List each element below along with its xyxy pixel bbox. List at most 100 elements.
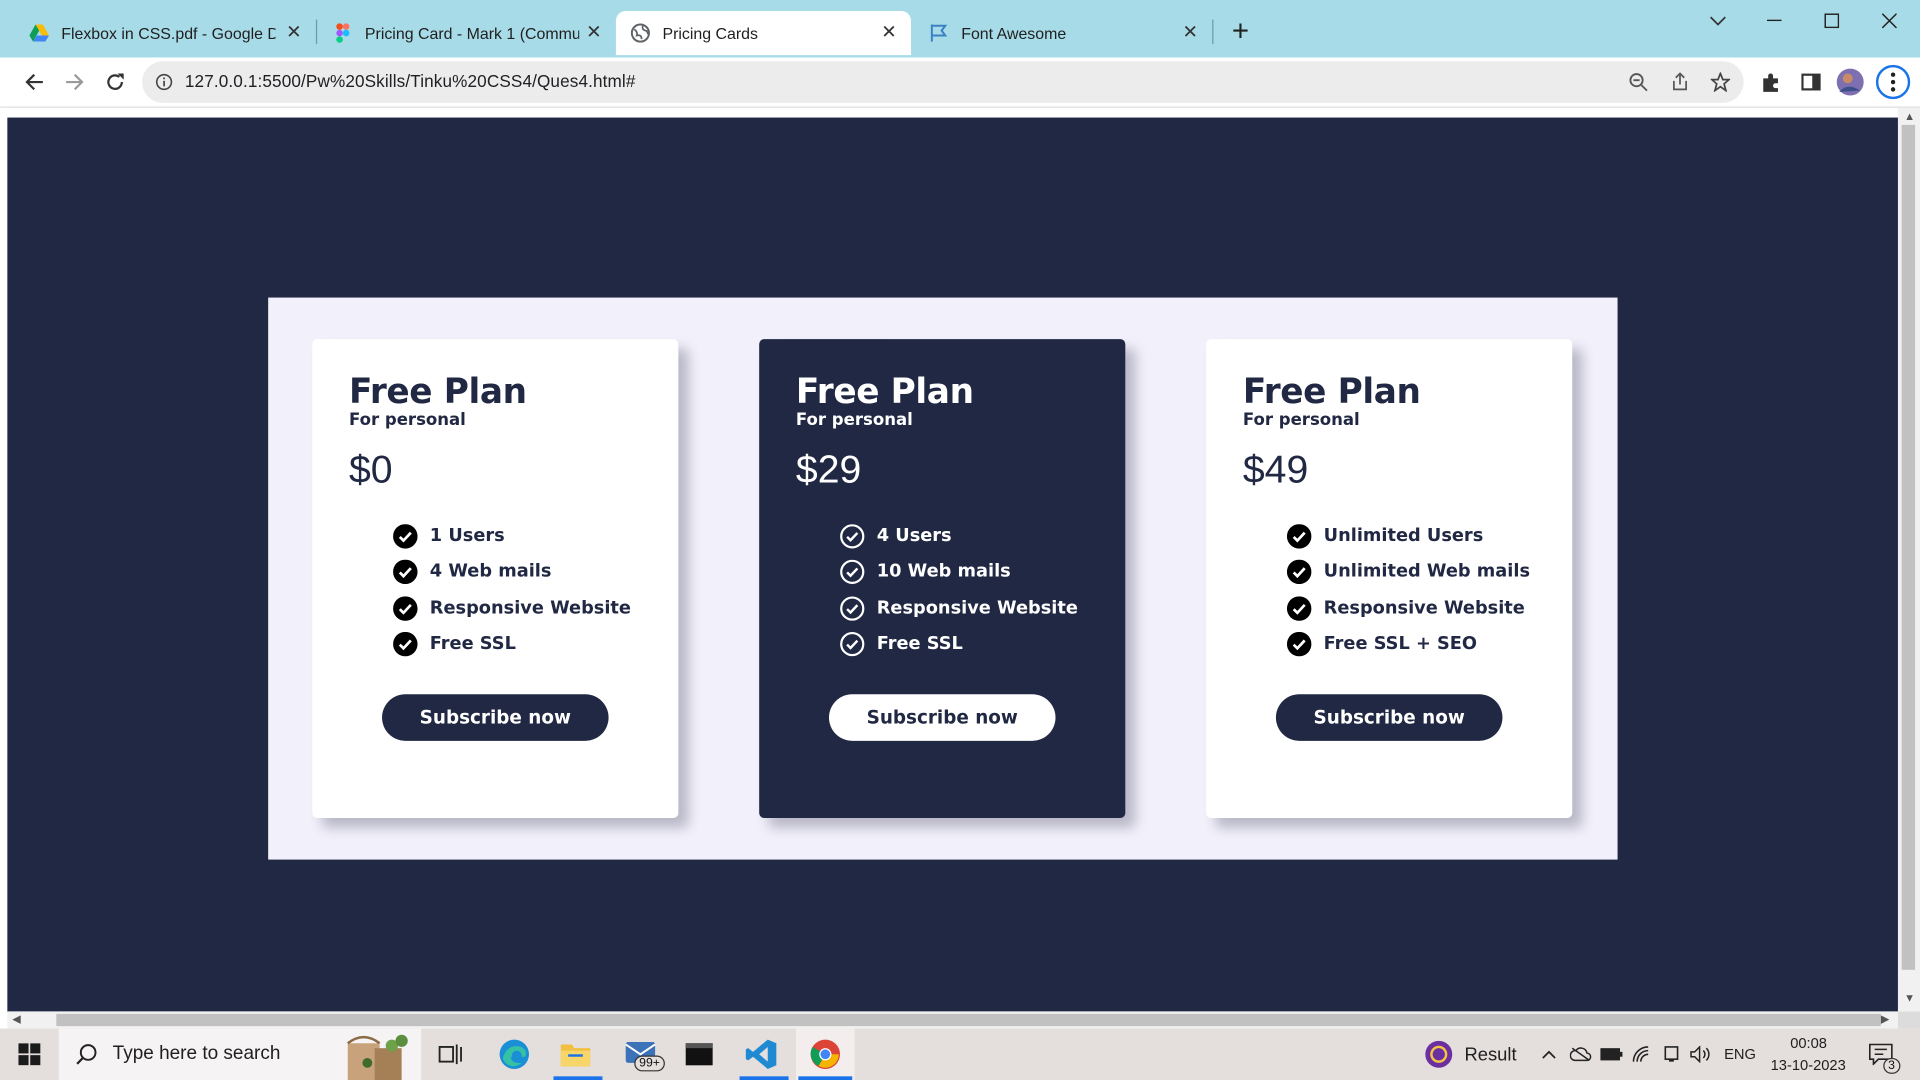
extensions-icon[interactable]	[1756, 67, 1785, 96]
tab-figma[interactable]: Pricing Card - Mark 1 (Community) ✕	[304, 11, 616, 55]
tab-title: Font Awesome	[961, 23, 1067, 43]
tab-font-awesome[interactable]: Font Awesome ✕	[915, 11, 1213, 55]
active-app-indicator	[739, 1076, 789, 1080]
feature-label: 4 Web mails	[429, 562, 552, 582]
feature-list: 4 Users 10 Web mails Responsive Website …	[840, 518, 1078, 662]
scroll-left-arrow-icon[interactable]: ◀	[12, 1013, 20, 1026]
feature-item: Free SSL	[393, 626, 631, 662]
check-circle-icon	[393, 596, 418, 621]
scrollbar-corner	[1897, 1011, 1920, 1029]
chrome-icon[interactable]	[795, 1028, 855, 1080]
feature-item: 10 Web mails	[840, 554, 1078, 590]
url-text[interactable]: 127.0.0.1:5500/Pw%20Skills/Tinku%20CSS4/…	[185, 71, 636, 91]
google-drive-icon	[29, 23, 49, 43]
plan-price: $29	[795, 446, 862, 492]
result-app-icon[interactable]	[1423, 1029, 1455, 1080]
vertical-scrollbar[interactable]: ▲ ▼	[1897, 107, 1920, 1012]
check-circle-icon	[393, 523, 418, 549]
task-view-icon[interactable]	[431, 1029, 470, 1080]
terminal-icon[interactable]	[678, 1029, 720, 1080]
tab-strip: Flexbox in CSS.pdf - Google Drive ✕ Pric…	[0, 0, 1920, 58]
feature-label: Responsive Website	[1323, 598, 1525, 619]
clock-time[interactable]: 00:08	[1790, 1035, 1827, 1052]
mail-icon[interactable]: 99+	[615, 1029, 669, 1080]
check-circle-icon	[393, 559, 418, 585]
edge-icon[interactable]	[492, 1029, 536, 1080]
tab-search-chevron-icon[interactable]	[1690, 7, 1746, 34]
horizontal-scrollbar[interactable]: ◀ ▶	[7, 1011, 1898, 1029]
wifi-icon[interactable]	[1629, 1029, 1656, 1080]
new-tab-button[interactable]: +	[1224, 17, 1256, 49]
tab-pricing-cards[interactable]: Pricing Cards ✕	[615, 11, 912, 56]
maximize-button[interactable]	[1804, 7, 1860, 34]
forward-button[interactable]	[60, 67, 89, 96]
address-bar[interactable]: 127.0.0.1:5500/Pw%20Skills/Tinku%20CSS4/…	[142, 61, 1744, 103]
feature-label: Free SSL	[876, 634, 963, 655]
tab-google-drive[interactable]: Flexbox in CSS.pdf - Google Drive ✕	[0, 11, 316, 55]
subscribe-button[interactable]: Subscribe now	[828, 694, 1056, 741]
tab-title: Pricing Cards	[662, 23, 758, 43]
profile-avatar[interactable]	[1836, 67, 1865, 96]
scroll-up-arrow-icon[interactable]: ▲	[1904, 110, 1915, 122]
notification-icon[interactable]: 3	[1864, 1029, 1900, 1080]
feature-item: Responsive Website	[840, 590, 1078, 626]
scroll-down-arrow-icon[interactable]: ▼	[1904, 992, 1915, 1004]
horizontal-scroll-thumb[interactable]	[56, 1013, 1881, 1027]
vertical-scroll-thumb[interactable]	[1901, 124, 1916, 970]
close-icon[interactable]: ✕	[584, 23, 604, 43]
toolbar-divider	[0, 106, 1920, 108]
side-panel-icon[interactable]	[1796, 67, 1825, 96]
taskbar-search-box[interactable]: Type here to search	[58, 1028, 422, 1080]
pricing-card-premium: Free Plan For personal $49 Unlimited Use…	[1206, 339, 1573, 818]
plan-subtitle: For personal	[348, 410, 466, 430]
feature-item: Unlimited Users	[1286, 518, 1530, 554]
globe-icon	[630, 23, 651, 43]
battery-icon[interactable]	[1597, 1029, 1626, 1080]
reload-button[interactable]	[100, 67, 129, 96]
active-app-indicator	[553, 1076, 603, 1080]
close-icon[interactable]: ✕	[879, 23, 899, 43]
windows-start-icon[interactable]	[12, 1029, 46, 1080]
result-label[interactable]: Result	[1464, 1044, 1516, 1065]
check-circle-outline-icon	[840, 523, 865, 549]
feature-item: Responsive Website	[393, 590, 631, 626]
vscode-icon[interactable]	[740, 1029, 784, 1080]
share-icon[interactable]	[1669, 71, 1691, 93]
language-indicator[interactable]: ENG	[1724, 1046, 1756, 1063]
check-circle-icon	[1286, 523, 1312, 549]
close-icon[interactable]: ✕	[1180, 23, 1200, 43]
clock-date[interactable]: 13-10-2023	[1771, 1057, 1846, 1074]
subscribe-button[interactable]: Subscribe now	[382, 694, 609, 741]
display-icon[interactable]	[1658, 1029, 1685, 1080]
zoom-icon[interactable]	[1627, 71, 1649, 93]
close-window-button[interactable]	[1861, 7, 1917, 34]
check-circle-icon	[1286, 596, 1312, 621]
feature-label: Free SSL	[429, 634, 516, 655]
feature-label: Responsive Website	[876, 598, 1078, 619]
check-circle-icon	[1286, 559, 1312, 585]
search-placeholder: Type here to search	[112, 1043, 281, 1065]
back-button[interactable]	[20, 67, 49, 96]
screen: Flexbox in CSS.pdf - Google Drive ✕ Pric…	[0, 0, 1920, 1080]
close-icon[interactable]: ✕	[284, 23, 304, 43]
plan-subtitle: For personal	[795, 410, 913, 430]
check-circle-outline-icon	[840, 632, 865, 657]
menu-icon[interactable]	[1875, 64, 1911, 100]
page-left-edge	[0, 107, 8, 1014]
figma-icon	[333, 23, 353, 43]
active-app-indicator	[798, 1076, 853, 1080]
plan-price: $49	[1242, 446, 1309, 492]
subscribe-button[interactable]: Subscribe now	[1275, 694, 1503, 741]
pricing-panel: Free Plan For personal $0 1 Users 4 Web …	[268, 297, 1618, 860]
plan-price: $0	[348, 446, 393, 492]
volume-icon[interactable]	[1687, 1029, 1714, 1080]
file-explorer-icon[interactable]	[553, 1029, 597, 1080]
page-viewport[interactable]: Free Plan For personal $0 1 Users 4 Web …	[7, 117, 1898, 1012]
site-info-icon[interactable]	[153, 71, 175, 93]
tray-chevron-up-icon[interactable]	[1538, 1029, 1560, 1080]
onedrive-icon[interactable]	[1567, 1029, 1594, 1080]
minimize-button[interactable]	[1746, 7, 1802, 34]
scroll-right-arrow-icon[interactable]: ▶	[1881, 1013, 1889, 1026]
feature-label: 4 Users	[876, 526, 952, 546]
bookmark-star-icon[interactable]	[1709, 71, 1731, 93]
